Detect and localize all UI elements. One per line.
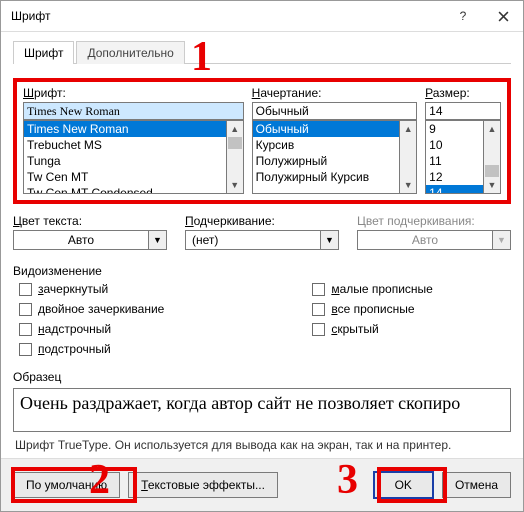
checkbox-label: малые прописные	[331, 282, 433, 296]
style-list[interactable]: ОбычныйКурсивПолужирныйПолужирный Курсив	[252, 120, 401, 194]
checkbox-box[interactable]	[19, 283, 32, 296]
checkbox-label: двойное зачеркивание	[38, 302, 164, 316]
checkbox-subscr[interactable]: подстрочный	[19, 342, 164, 356]
list-item[interactable]: Курсив	[253, 137, 400, 153]
checkbox-allcaps[interactable]: все прописные	[312, 302, 433, 316]
checkbox-smallcaps[interactable]: малые прописные	[312, 282, 433, 296]
help-button[interactable]: ?	[443, 1, 483, 31]
size-list-scrollbar[interactable]: ▲ ▼	[484, 120, 501, 194]
ok-button[interactable]: OK	[373, 471, 434, 499]
style-list-scrollbar[interactable]: ▲ ▼	[400, 120, 417, 194]
tab-font[interactable]: Шрифт	[13, 41, 74, 64]
scroll-up-icon[interactable]: ▲	[227, 121, 243, 137]
text-effects-button[interactable]: Текстовые эффекты...	[128, 472, 278, 498]
sample-title: Образец	[13, 370, 511, 384]
size-input[interactable]	[425, 102, 501, 120]
titlebar: Шрифт ?	[1, 1, 523, 32]
checkbox-box[interactable]	[19, 303, 32, 316]
size-list[interactable]: 910111214	[425, 120, 484, 194]
list-item[interactable]: 12	[426, 169, 483, 185]
sample-preview: Очень раздражает, когда автор сайт не по…	[13, 388, 511, 432]
ulcolor-label: Цвет подчеркивания:	[357, 214, 511, 228]
underline-label: Подчеркивание:	[185, 214, 339, 228]
checkbox-box[interactable]	[19, 323, 32, 336]
effects-title: Видоизменение	[13, 264, 511, 278]
effects-group: зачеркнутый двойное зачеркивание надстрочн…	[19, 282, 511, 356]
default-button[interactable]: По умолчанию	[13, 472, 120, 498]
font-label: Шрифт:	[23, 86, 244, 100]
list-item[interactable]: Полужирный	[253, 153, 400, 169]
checkbox-label: все прописные	[331, 302, 414, 316]
color-select-arrow[interactable]: ▼	[149, 230, 167, 250]
color-select[interactable]: Авто	[13, 230, 149, 250]
ulcolor-select: Авто	[357, 230, 493, 250]
checkbox-dstrike[interactable]: двойное зачеркивание	[19, 302, 164, 316]
checkbox-label: надстрочный	[38, 322, 111, 336]
tab-advanced[interactable]: Дополнительно	[76, 41, 184, 64]
underline-select-arrow[interactable]: ▼	[321, 230, 339, 250]
list-item[interactable]: 14	[426, 185, 483, 194]
font-list-scrollbar[interactable]: ▲ ▼	[227, 120, 244, 194]
size-label: Размер:	[425, 86, 501, 100]
close-button[interactable]	[483, 1, 523, 31]
scroll-down-icon[interactable]: ▼	[400, 177, 416, 193]
list-item[interactable]: Times New Roman	[24, 121, 226, 137]
list-item[interactable]: 10	[426, 137, 483, 153]
checkbox-strike[interactable]: зачеркнутый	[19, 282, 164, 296]
checkbox-hidden[interactable]: скрытый	[312, 322, 433, 336]
font-list[interactable]: Times New RomanTrebuchet MSTungaTw Cen M…	[23, 120, 227, 194]
list-item[interactable]: Tw Cen MT Condensed	[24, 185, 226, 194]
checkbox-box[interactable]	[312, 323, 325, 336]
checkbox-label: зачеркнутый	[38, 282, 108, 296]
list-item[interactable]: Tunga	[24, 153, 226, 169]
footnote: Шрифт TrueType. Он используется для выво…	[15, 438, 509, 452]
dialog-body: Шрифт Дополнительно Шрифт: Times New Rom…	[1, 32, 523, 452]
scroll-down-icon[interactable]: ▼	[484, 177, 500, 193]
annotation-box-1: Шрифт: Times New RomanTrebuchet MSTungaT…	[13, 78, 511, 204]
checkbox-label: скрытый	[331, 322, 378, 336]
close-icon	[498, 11, 509, 22]
window-title: Шрифт	[11, 9, 443, 23]
list-item[interactable]: Обычный	[253, 121, 400, 137]
checkbox-box[interactable]	[312, 303, 325, 316]
tab-strip: Шрифт Дополнительно	[13, 40, 511, 64]
checkbox-box[interactable]	[312, 283, 325, 296]
underline-select[interactable]: (нет)	[185, 230, 321, 250]
checkbox-box[interactable]	[19, 343, 32, 356]
checkbox-superscr[interactable]: надстрочный	[19, 322, 164, 336]
cancel-button[interactable]: Отмена	[442, 472, 511, 498]
scroll-up-icon[interactable]: ▲	[400, 121, 416, 137]
list-item[interactable]: Trebuchet MS	[24, 137, 226, 153]
list-item[interactable]: Полужирный Курсив	[253, 169, 400, 185]
ulcolor-select-arrow: ▼	[493, 230, 511, 250]
font-input[interactable]	[23, 102, 244, 120]
style-label: Начертание:	[252, 86, 418, 100]
list-item[interactable]: 9	[426, 121, 483, 137]
button-bar: По умолчанию Текстовые эффекты... OK Отм…	[1, 458, 523, 511]
scroll-down-icon[interactable]: ▼	[227, 177, 243, 193]
font-dialog: Шрифт ? Шрифт Дополнительно Шрифт: Times…	[0, 0, 524, 512]
scroll-up-icon[interactable]: ▲	[484, 121, 500, 137]
style-input[interactable]	[252, 102, 418, 120]
list-item[interactable]: 11	[426, 153, 483, 169]
list-item[interactable]: Tw Cen MT	[24, 169, 226, 185]
checkbox-label: подстрочный	[38, 342, 111, 356]
color-label: Цвет текста:	[13, 214, 167, 228]
